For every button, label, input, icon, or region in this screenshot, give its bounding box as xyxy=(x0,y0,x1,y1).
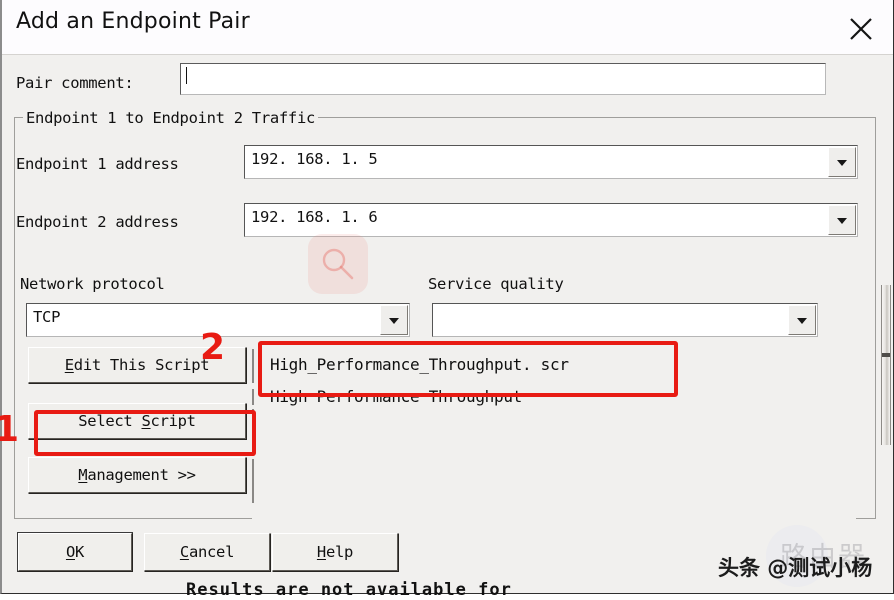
network-protocol-value: TCP xyxy=(33,308,61,326)
list-edge-mark xyxy=(252,409,254,453)
service-quality-combo[interactable] xyxy=(432,303,818,337)
select-script-rest: cript xyxy=(150,412,196,430)
chevron-down-icon[interactable] xyxy=(788,305,816,335)
endpoint2-address-label: Endpoint 2 address xyxy=(16,213,179,231)
text-caret xyxy=(186,67,187,84)
ok-label: OK xyxy=(66,543,84,561)
management-label: Management >> xyxy=(78,466,196,484)
management-accel: M xyxy=(78,466,88,484)
ok-button[interactable]: OK xyxy=(18,533,133,572)
network-protocol-combo[interactable]: TCP xyxy=(26,303,410,337)
pair-comment-label: Pair comment: xyxy=(16,74,134,92)
select-script-label: Select Script xyxy=(78,412,196,430)
chevron-down-icon[interactable] xyxy=(380,305,408,335)
service-quality-label: Service quality xyxy=(428,275,564,293)
script-list-panel: High_Performance_Throughput. scr High Pe… xyxy=(252,343,856,519)
close-glyph xyxy=(850,18,872,40)
chevron-down-icon[interactable] xyxy=(828,205,856,235)
edit-this-script-accel: E xyxy=(64,356,74,374)
ok-accel: O xyxy=(65,543,75,561)
endpoint1-address-value: 192. 168. 1. 5 xyxy=(251,150,378,168)
help-rest: elp xyxy=(325,543,354,561)
cancel-button[interactable]: Cancel xyxy=(144,533,271,572)
panel-right-edge xyxy=(881,285,891,445)
endpoint2-address-value: 192. 168. 1. 6 xyxy=(251,208,378,226)
network-protocol-label: Network protocol xyxy=(20,275,165,293)
help-button[interactable]: Help xyxy=(272,533,399,572)
chevron-down-icon[interactable] xyxy=(828,147,856,177)
title-bar: Add an Endpoint Pair xyxy=(2,0,893,55)
endpoint2-address-combo[interactable]: 192. 168. 1. 6 xyxy=(244,203,858,237)
edit-this-script-label: Edit This Script xyxy=(65,356,210,374)
list-edge-mark xyxy=(252,349,254,383)
management-button[interactable]: Management >> xyxy=(28,457,247,494)
list-item[interactable]: High Performance Throughput xyxy=(270,387,522,406)
endpoint1-address-combo[interactable]: 192. 168. 1. 5 xyxy=(244,145,858,179)
cancel-rest: ancel xyxy=(188,543,235,561)
panel-right-edge-notch xyxy=(881,353,891,357)
edit-this-script-button[interactable]: Edit This Script xyxy=(28,347,247,384)
management-rest: anagement >> xyxy=(87,466,196,484)
select-script-pre: Select xyxy=(78,412,142,430)
close-icon[interactable] xyxy=(841,9,881,45)
window-title: Add an Endpoint Pair xyxy=(16,9,250,34)
pair-comment-input[interactable] xyxy=(180,63,826,95)
cancel-accel: C xyxy=(179,543,189,561)
dialog-client-area: Pair comment: Endpoint 1 to Endpoint 2 T… xyxy=(4,55,891,591)
list-item[interactable]: High_Performance_Throughput. scr xyxy=(270,355,569,374)
ok-rest: K xyxy=(75,543,85,561)
list-edge-mark xyxy=(252,459,254,503)
endpoint1-address-label: Endpoint 1 address xyxy=(16,155,179,173)
help-label: Help xyxy=(317,543,353,561)
select-script-button[interactable]: Select Script xyxy=(28,403,247,440)
cancel-label: Cancel xyxy=(179,543,235,561)
select-script-accel: S xyxy=(141,412,151,430)
dialog-window: Add an Endpoint Pair Pair comment: Endpo… xyxy=(0,0,894,594)
help-accel: H xyxy=(316,543,326,561)
edit-this-script-rest: dit This Script xyxy=(73,356,210,374)
list-edge-mark xyxy=(252,389,254,405)
screenshot-root: Add an Endpoint Pair Pair comment: Endpo… xyxy=(0,0,894,600)
endpoint-traffic-group-title: Endpoint 1 to Endpoint 2 Traffic xyxy=(23,109,319,127)
